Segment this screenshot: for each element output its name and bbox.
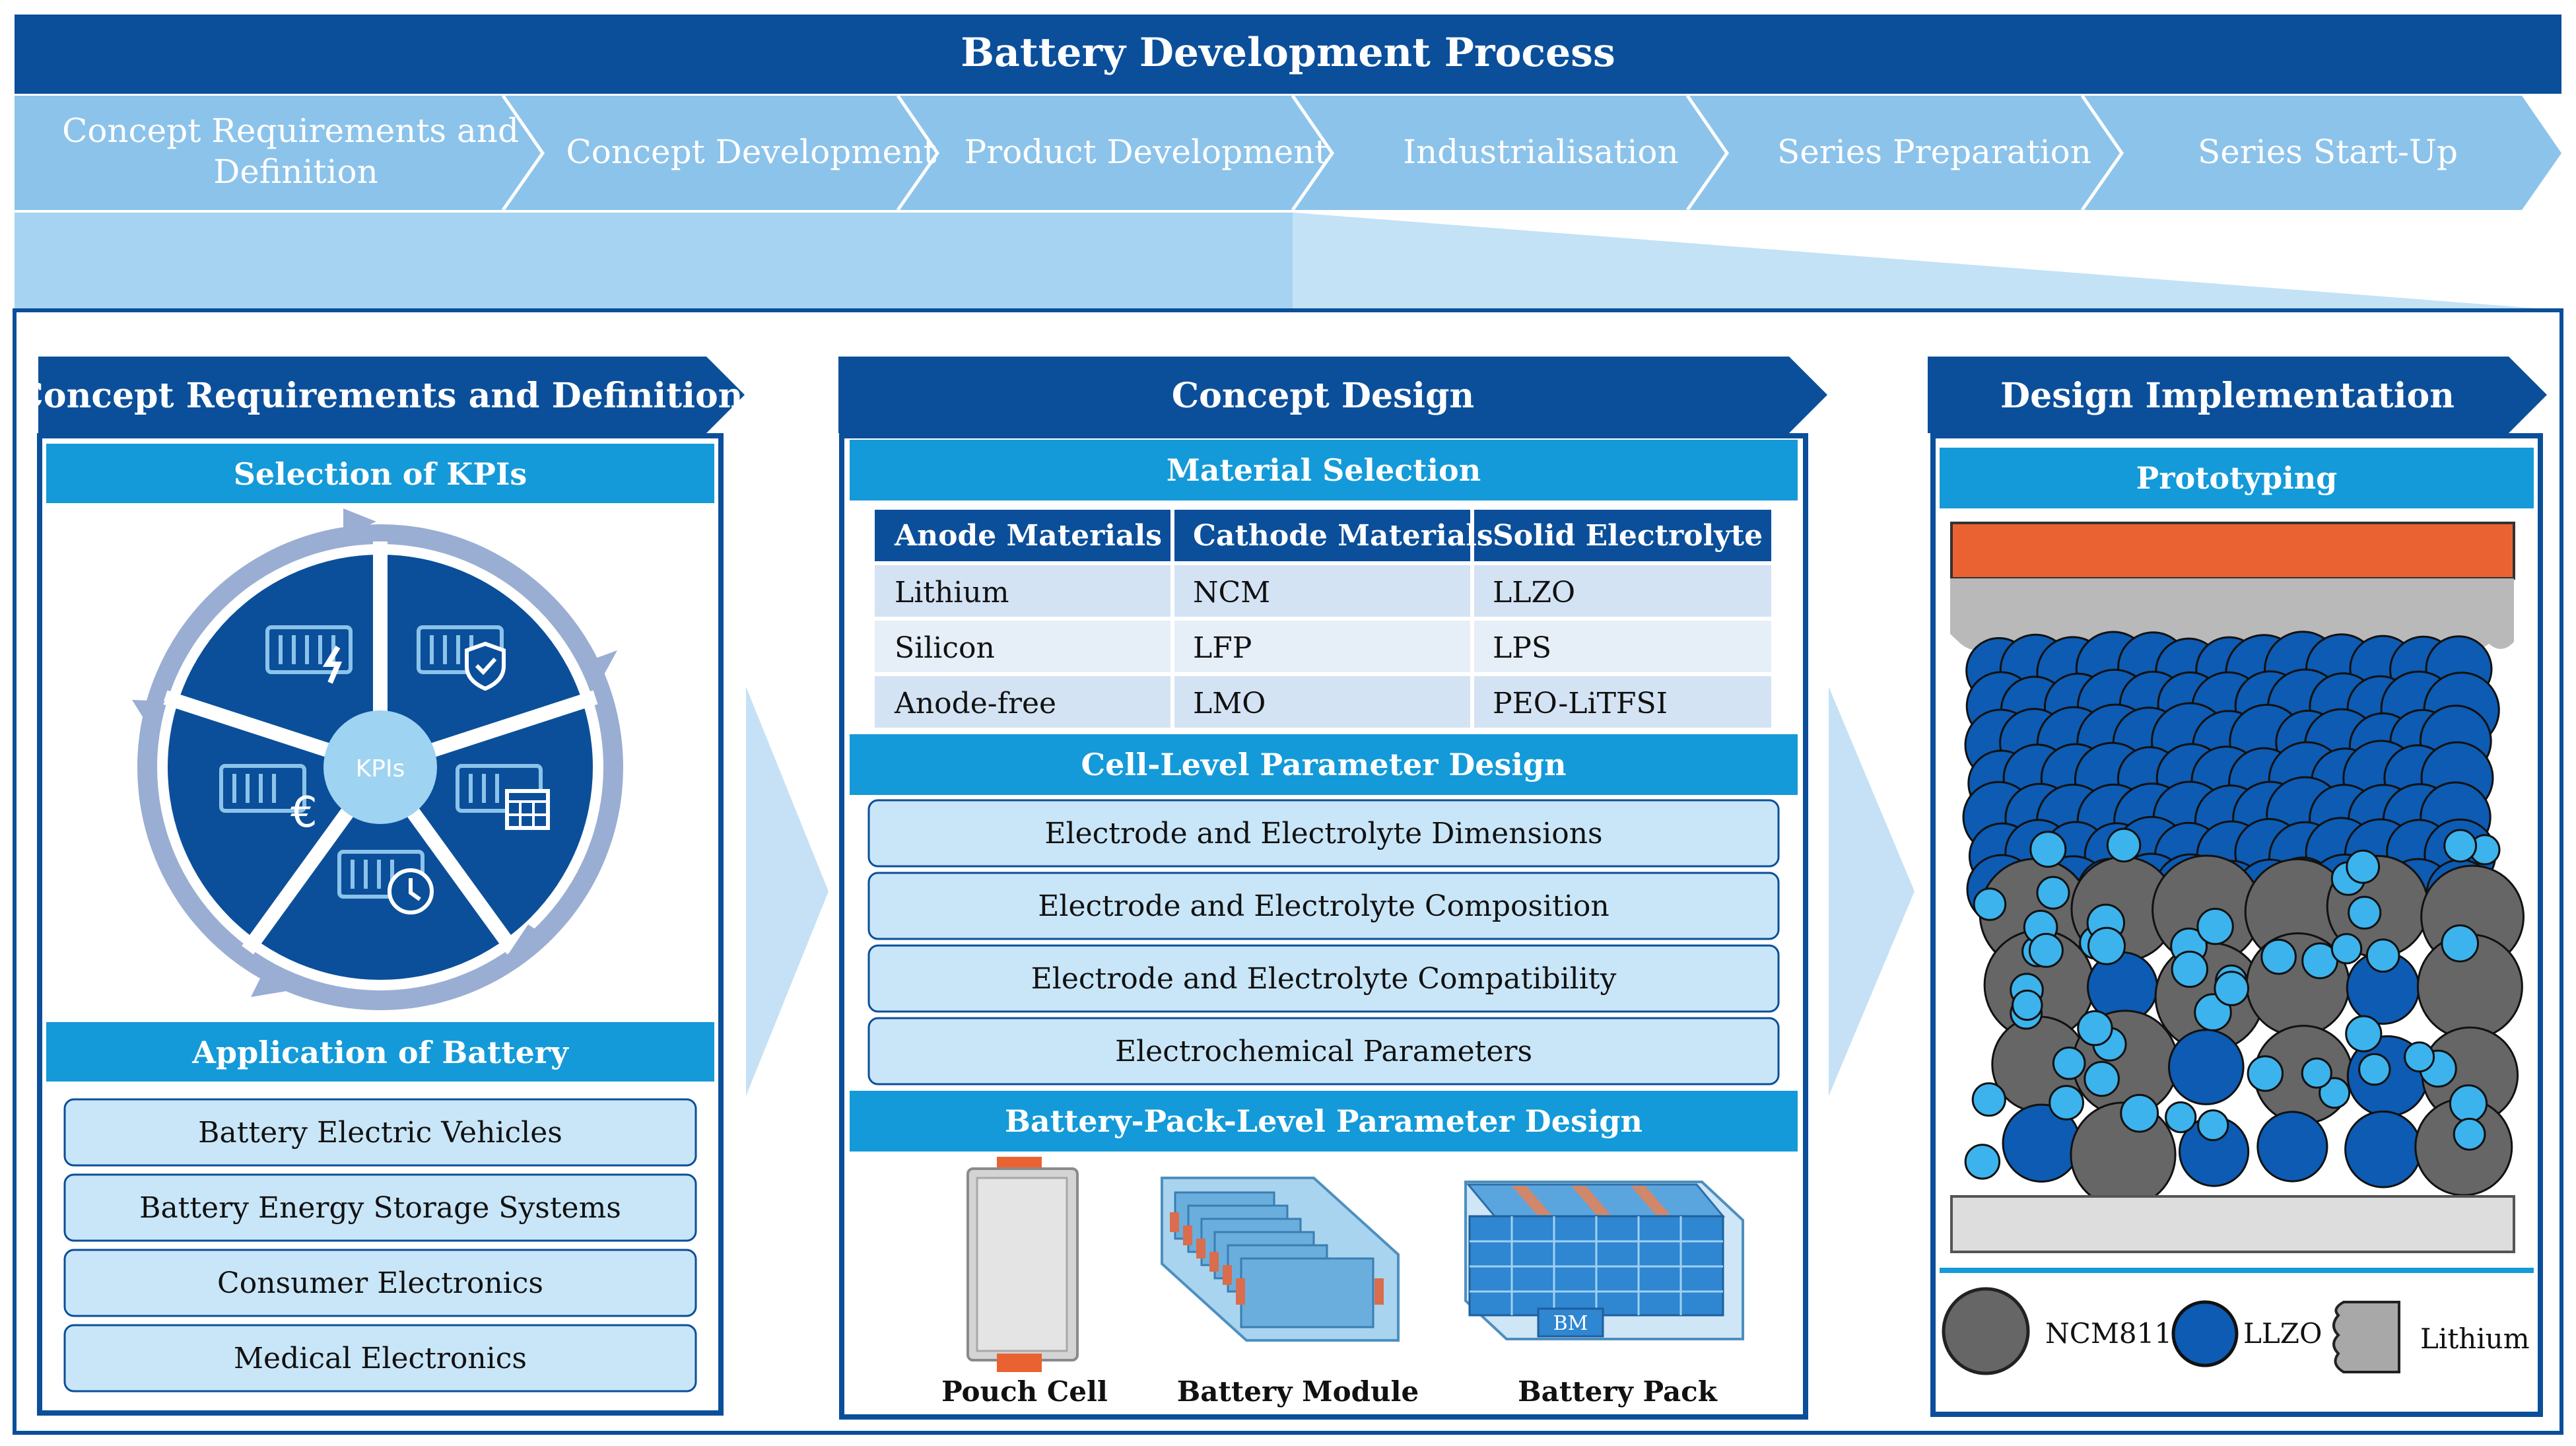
section-title: Material Selection xyxy=(1167,452,1481,488)
particle xyxy=(2330,933,2363,965)
panel-title: Concept Design xyxy=(1172,376,1474,416)
table-cell: LLZO xyxy=(1493,576,1575,609)
battery-pack-illustration: BM xyxy=(1464,1181,1744,1340)
panel-concept-requirements: Concept Requirements and Definition Sele… xyxy=(17,357,745,1416)
table-row xyxy=(875,565,1771,617)
particle xyxy=(2344,1110,2422,1188)
ncm811-swatch xyxy=(1942,1287,2030,1375)
page-title: Battery Development Process xyxy=(961,30,1615,76)
panel-concept-design: Concept Design Material Selection Anode … xyxy=(838,357,1827,1420)
table-cell: LFP xyxy=(1193,631,1252,665)
particle xyxy=(2197,1109,2229,1142)
particle xyxy=(2028,932,2064,968)
particle xyxy=(2260,938,2297,975)
particle xyxy=(2441,924,2479,963)
panel-design-implementation: Design Implementation Prototyping NCM811… xyxy=(1928,357,2547,1417)
bm-label: BM xyxy=(1553,1312,1588,1335)
bottom-collector xyxy=(1950,1195,2515,1253)
particle xyxy=(2171,950,2209,988)
legend-label: Lithium xyxy=(2420,1323,2530,1355)
particle xyxy=(2346,849,2381,884)
cell-parameter-label: Electrode and Electrolyte Compatibility xyxy=(1031,962,1617,996)
table-header-label: Cathode Materials xyxy=(1193,519,1493,553)
cell-parameter-label: Electrode and Electrolyte Composition xyxy=(1038,889,1609,923)
particle xyxy=(2247,1055,2284,1092)
llzo-swatch xyxy=(2171,1300,2239,1367)
particle xyxy=(2077,1010,2113,1047)
table-cell: NCM xyxy=(1193,576,1270,609)
legend-label: NCM811 xyxy=(2045,1317,2172,1350)
particle xyxy=(2214,971,2249,1006)
table-cell: LPS xyxy=(1493,631,1551,665)
particle xyxy=(1971,1082,2006,1117)
particle xyxy=(2301,1057,2332,1089)
section-title: Application of Battery xyxy=(191,1035,569,1070)
section-title: Prototyping xyxy=(2136,460,2338,496)
table-cell: PEO-LiTFSI xyxy=(1493,687,1668,720)
particle xyxy=(2084,1060,2120,1097)
legend-label: LLZO xyxy=(2243,1317,2322,1350)
lithium-swatch xyxy=(2332,1301,2400,1373)
particle xyxy=(2365,938,2400,973)
table-cell: Silicon xyxy=(895,631,995,665)
zoom-funnel-shade xyxy=(1293,213,2561,310)
particle xyxy=(2348,895,2382,930)
particle xyxy=(2256,1111,2328,1183)
phase-label-line-2: Definition xyxy=(213,153,378,191)
current-collector xyxy=(1950,522,2515,580)
table-header-label: Anode Materials xyxy=(894,519,1162,553)
particle xyxy=(2087,926,2126,965)
particle xyxy=(2049,1085,2085,1120)
particle xyxy=(2052,1047,2086,1080)
table-cell: Anode-free xyxy=(894,687,1056,720)
phase-label: Industrialisation xyxy=(1403,133,1678,171)
table-header-label: Solid Electrolyte xyxy=(1493,519,1763,553)
particle xyxy=(2443,829,2478,863)
pack-item-label: Battery Module xyxy=(1177,1375,1419,1408)
phase-label: Product Development xyxy=(965,133,1328,171)
particle xyxy=(1964,1144,2001,1180)
particle xyxy=(2168,1029,2245,1105)
particle xyxy=(2453,1117,2486,1151)
particle xyxy=(2196,907,2234,946)
table-cell: LMO xyxy=(1193,687,1266,720)
application-label: Battery Electric Vehicles xyxy=(198,1116,562,1150)
section-title: Selection of KPIs xyxy=(234,456,527,492)
application-label: Medical Electronics xyxy=(234,1342,527,1375)
pack-item-label: Pouch Cell xyxy=(941,1375,1108,1408)
particle xyxy=(1973,887,2007,921)
particle xyxy=(2012,989,2043,1021)
application-label: Consumer Electronics xyxy=(217,1266,543,1300)
particle xyxy=(2106,827,2142,863)
particle xyxy=(2404,1041,2435,1073)
phase-label: Series Preparation xyxy=(1777,133,2091,171)
application-label: Battery Energy Storage Systems xyxy=(139,1191,621,1225)
section-title: Cell-Level Parameter Design xyxy=(1081,747,1566,782)
particle xyxy=(2449,1084,2488,1123)
phase-label: Series Start-Up xyxy=(2198,133,2458,171)
particle xyxy=(2036,876,2070,910)
particle xyxy=(2165,1101,2197,1134)
particle xyxy=(2029,831,2067,868)
panel-title: Design Implementation xyxy=(2000,376,2455,416)
pack-item-label: Battery Pack xyxy=(1518,1375,1718,1408)
particle xyxy=(2345,1015,2383,1052)
phase-label-line-1: Concept Requirements and xyxy=(62,112,519,150)
phase-label: Concept Development xyxy=(566,133,936,171)
table-cell: Lithium xyxy=(895,576,1009,609)
cell-parameter-label: Electrochemical Parameters xyxy=(1115,1035,1532,1068)
panel-title: Concept Requirements and Definition xyxy=(17,376,743,416)
particle xyxy=(2358,1052,2391,1086)
phase-bar: Concept Requirements and Definition Conc… xyxy=(15,94,2561,211)
cell-cross-section xyxy=(1950,522,2525,1253)
particle xyxy=(2120,1093,2159,1133)
section-title: Battery-Pack-Level Parameter Design xyxy=(1005,1103,1643,1139)
svg-text:€: € xyxy=(290,788,318,837)
table-row xyxy=(875,621,1771,672)
cell-parameter-label: Electrode and Electrolyte Dimensions xyxy=(1044,817,1602,850)
kpi-center-label: KPIs xyxy=(356,755,405,782)
pouch-cell-illustration xyxy=(966,1157,1079,1372)
